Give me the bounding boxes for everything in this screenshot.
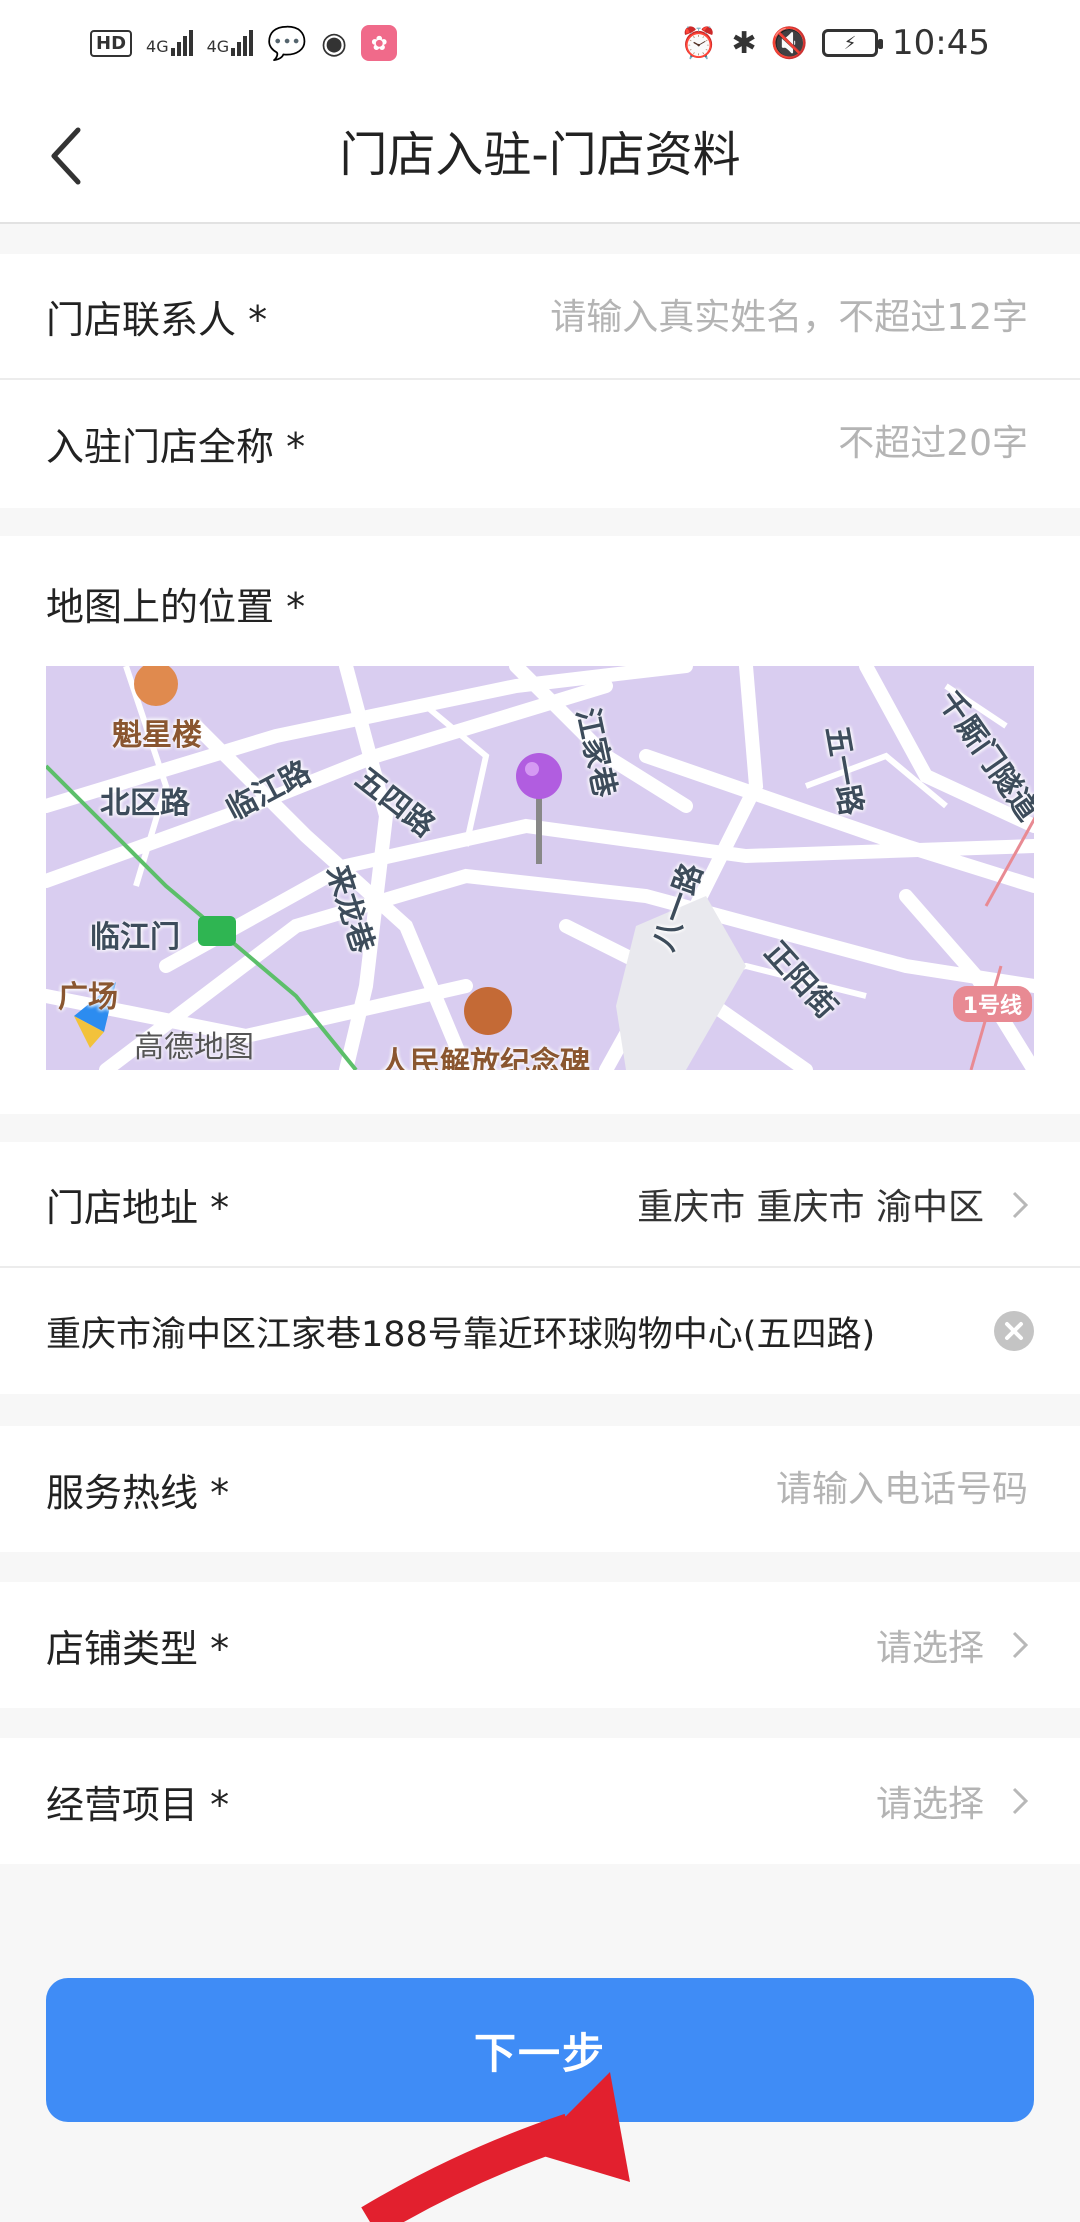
metro-line-badge: 1号线 [952,986,1032,1022]
status-right: ⏰ ✱ 🔇 ⚡ 10:45 [680,23,990,63]
map-label-jiefangbei: 人民解放纪念碑 [380,1046,590,1070]
next-step-button[interactable]: 下一步 [46,1978,1034,2122]
map-section: 地图上的位置 * 魁星楼 北区路 临江路 五四路 来龙巷 江家巷 五一路 千厮门… [0,536,1080,1114]
app-notification-icon: ✿ [361,25,398,61]
clear-address-button[interactable] [994,1311,1034,1351]
status-left: HD 4G 4G 💬 ◉ ✿ [90,24,398,62]
chevron-right-icon [1012,1191,1029,1219]
hd-badge: HD [90,29,133,57]
address-region-row[interactable]: 门店地址 * 重庆市 重庆市 渝中区 [0,1142,1080,1268]
hotline-section: 服务热线 * [0,1426,1080,1552]
mute-icon: 🔇 [770,25,809,61]
contact-label: 门店联系人 * [46,297,268,342]
map-label-guangchang: 广场 [58,980,118,1015]
bluetooth-icon: ✱ [731,25,757,61]
address-detail-row [0,1268,1080,1394]
weibo-icon: ◉ [321,25,348,61]
store-fullname-input[interactable] [468,380,1028,506]
map-label: 地图上的位置 * [46,585,306,629]
hotline-input[interactable] [468,1426,1028,1552]
page-title: 门店入驻-门店资料 [339,127,741,183]
status-time: 10:45 [892,23,990,63]
status-bar: HD 4G 4G 💬 ◉ ✿ ⏰ ✱ 🔇 ⚡ 10:45 [0,0,1080,86]
location-map[interactable]: 魁星楼 北区路 临江路 五四路 来龙巷 江家巷 五一路 千厮门隧道 八一路 正阳… [46,666,1034,1070]
signal-icon-2: 4G [207,30,254,56]
address-region-value: 重庆市 重庆市 渝中区 [637,1187,984,1228]
hotline-label: 服务热线 * [46,1470,230,1515]
shop-type-row[interactable]: 店铺类型 * 请选择 [0,1582,1080,1708]
business-section: 经营项目 * 请选择 [0,1738,1080,1864]
map-label-beiqulu: 北区路 [100,786,190,821]
map-label-kuixinglou: 魁星楼 [112,718,202,753]
address-detail-input[interactable] [46,1268,986,1394]
wechat-icon: 💬 [267,24,308,62]
chevron-right-icon [1012,1787,1029,1815]
hotline-row: 服务热线 * [0,1426,1080,1552]
back-arrow-icon [51,127,81,185]
business-label: 经营项目 * [46,1782,230,1827]
business-row[interactable]: 经营项目 * 请选择 [0,1738,1080,1864]
alarm-icon: ⏰ [680,25,718,61]
basic-info-section: 门店联系人 * 入驻门店全称 * [0,254,1080,508]
address-label: 门店地址 * [46,1185,230,1230]
map-label-linjiangmen: 临江门 [90,920,180,955]
close-icon [1005,1322,1023,1340]
battery-icon: ⚡ [822,29,884,57]
network-type-1: 4G [146,37,169,56]
network-type-2: 4G [206,37,230,56]
shop-type-section: 店铺类型 * 请选择 [0,1582,1080,1708]
nav-bar: 门店入驻-门店资料 [0,86,1080,224]
contact-row: 门店联系人 * [0,254,1080,380]
amap-logo: 高德地图 [134,1030,254,1065]
store-fullname-label: 入驻门店全称 * [46,424,306,469]
chevron-right-icon [1012,1631,1029,1659]
back-button[interactable] [40,116,120,196]
shop-type-label: 店铺类型 * [46,1626,230,1671]
contact-input[interactable] [468,254,1028,380]
shop-type-value: 请选择 [875,1628,984,1669]
address-section: 门店地址 * 重庆市 重庆市 渝中区 [0,1142,1080,1394]
store-fullname-row: 入驻门店全称 * [0,380,1080,506]
signal-icon-1: 4G [146,30,193,56]
business-value: 请选择 [875,1784,984,1825]
